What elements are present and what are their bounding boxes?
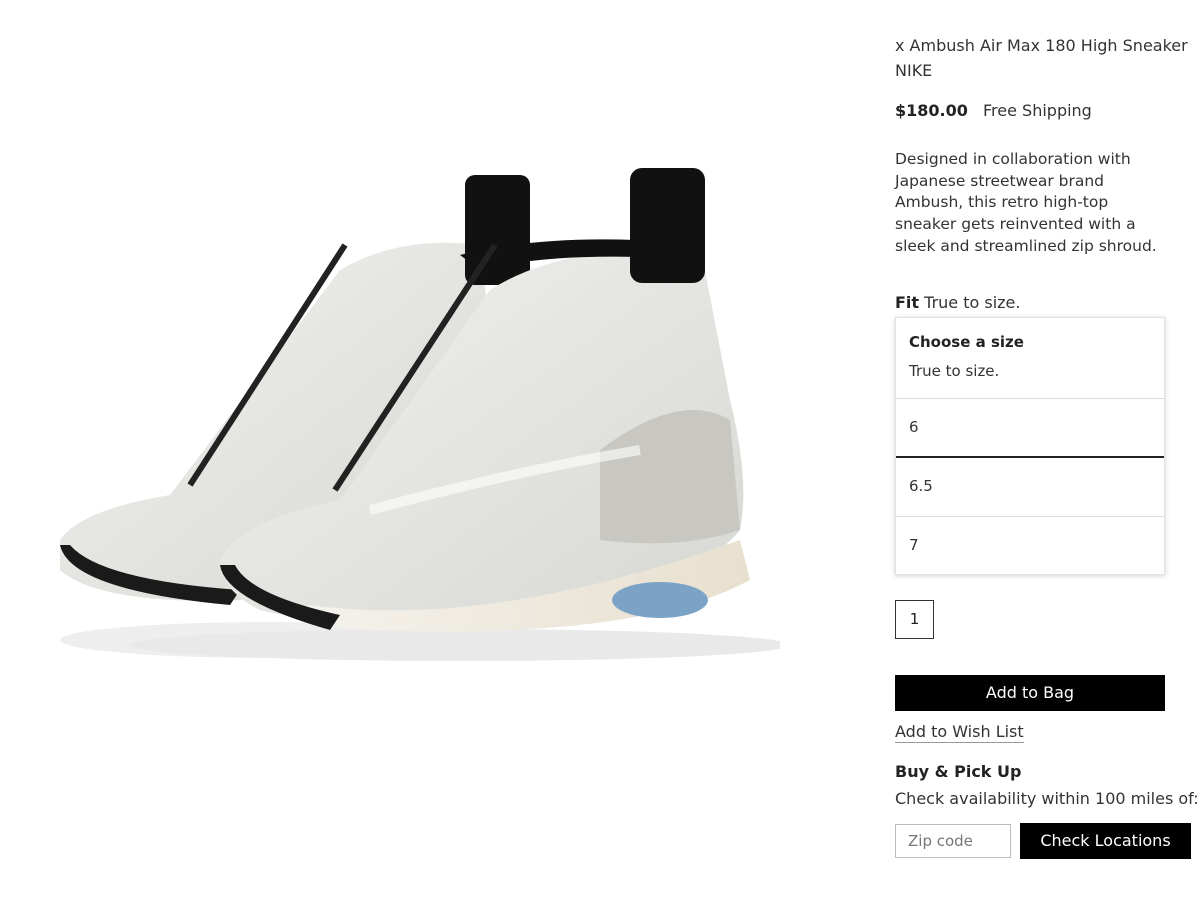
shipping-info: Free Shipping bbox=[983, 101, 1092, 120]
buy-pick-up-title: Buy & Pick Up bbox=[895, 762, 1022, 781]
product-description: Designed in collaboration with Japanese … bbox=[895, 150, 1157, 255]
product-image bbox=[40, 150, 790, 670]
size-dropdown-heading: Choose a size bbox=[909, 333, 1024, 351]
add-to-bag-button[interactable]: Add to Bag bbox=[895, 675, 1165, 711]
brand-link[interactable]: NIKE bbox=[895, 61, 932, 80]
size-option-6[interactable]: 6 bbox=[896, 399, 1164, 458]
size-dropdown-subheading: True to size. bbox=[909, 362, 1000, 380]
fit-value: True to size. bbox=[924, 293, 1021, 312]
zip-code-input[interactable] bbox=[895, 824, 1011, 858]
add-to-wish-list-link[interactable]: Add to Wish List bbox=[895, 722, 1024, 743]
check-locations-button[interactable]: Check Locations bbox=[1020, 823, 1191, 859]
availability-text: Check availability within 100 miles of: bbox=[895, 789, 1199, 808]
product-title: x Ambush Air Max 180 High Sneaker bbox=[895, 36, 1188, 55]
quantity-input[interactable]: 1 bbox=[895, 600, 934, 639]
sneaker-image bbox=[60, 168, 790, 661]
size-option-6-5[interactable]: 6.5 bbox=[896, 458, 1164, 517]
size-option-7[interactable]: 7 bbox=[896, 517, 1164, 576]
product-price: $180.00 bbox=[895, 101, 968, 120]
size-dropdown-header: Choose a size True to size. bbox=[896, 318, 1164, 399]
fit-info: Fit True to size. bbox=[895, 293, 1020, 312]
size-dropdown[interactable]: Choose a size True to size. 6 6.5 7 bbox=[895, 317, 1165, 575]
fit-label: Fit bbox=[895, 293, 920, 312]
